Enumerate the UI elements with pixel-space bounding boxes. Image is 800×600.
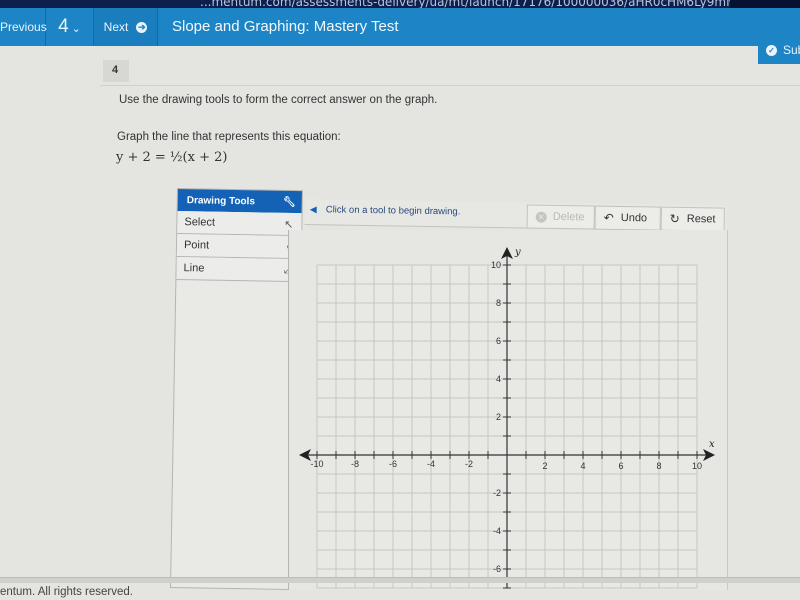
question-number: 4	[58, 16, 69, 37]
arrow-right-circle-icon: ➔	[136, 21, 148, 33]
drawing-tools-title: Drawing Tools	[186, 194, 256, 207]
x-tick-label: 8	[656, 461, 661, 471]
x-axis-label: x	[709, 439, 715, 450]
tool-line[interactable]: Line ⤢	[176, 257, 301, 283]
collapse-triangle-icon[interactable]: ◀	[310, 204, 317, 215]
tool-select[interactable]: Select ↖	[177, 211, 302, 237]
coordinate-grid[interactable]: -10 -8 -6 -4 -2 2 4 6 8 10 10 8 6 4 2 -2 -4 -6 x y	[289, 230, 729, 590]
reset-button[interactable]: ↻ Reset	[660, 206, 725, 232]
x-tick-label: -2	[465, 459, 473, 469]
y-tick-label: 10	[491, 260, 501, 270]
hint-text: ◀ Click on a tool to begin drawing.	[310, 204, 461, 217]
top-navigation-bar: Previous 4 ⌄ Next ➔ Slope and Graphing: …	[0, 8, 800, 46]
instruction-text: Use the drawing tools to form the correc…	[119, 94, 438, 106]
graph-area[interactable]: -10 -8 -6 -4 -2 2 4 6 8 10 10 8 6 4 2 -2 -4 -6 x y	[288, 230, 728, 590]
next-label: Next	[103, 20, 129, 34]
x-tick-label: -8	[351, 459, 359, 469]
undo-arrow-icon: ↶	[603, 210, 614, 225]
chevron-down-icon: ⌄	[71, 23, 81, 35]
x-tick-label: -10	[310, 459, 323, 469]
select-cursor-icon: ↖	[284, 218, 294, 231]
x-tick-label: 4	[580, 461, 585, 471]
y-tick-label: 2	[496, 412, 501, 422]
reset-refresh-icon: ↻	[669, 211, 680, 226]
question-number-badge: 4	[103, 60, 129, 82]
graph-toolbar: ◀ Click on a tool to begin drawing. ✕ De…	[304, 199, 727, 232]
footer-divider	[0, 577, 800, 583]
browser-tab-strip	[730, 0, 800, 8]
x-tick-label: 2	[542, 461, 547, 471]
tool-label: Point	[183, 239, 210, 252]
delete-x-icon: ✕	[535, 211, 547, 223]
equation: y + 2 = ½(x + 2)	[116, 150, 228, 165]
tool-point[interactable]: Point ●	[176, 234, 302, 260]
test-title: Slope and Graphing: Mastery Test	[172, 18, 399, 35]
y-tick-label: 8	[496, 298, 501, 308]
drawing-tools-header[interactable]: Drawing Tools 🔧︎	[177, 189, 302, 214]
y-tick-label: -6	[493, 564, 501, 574]
tool-label: Select	[184, 216, 216, 229]
undo-label: Undo	[620, 211, 648, 225]
check-circle-icon: ✓	[766, 44, 777, 56]
delete-button[interactable]: ✕ Delete	[526, 204, 595, 230]
question-number-dropdown[interactable]: 4 ⌄	[46, 8, 94, 46]
undo-button[interactable]: ↶ Undo	[594, 205, 661, 231]
next-button[interactable]: Next ➔	[94, 8, 158, 46]
x-tick-label: 6	[618, 461, 623, 471]
tool-label: Line	[183, 262, 205, 275]
divider	[100, 85, 800, 86]
y-tick-label: 6	[496, 336, 501, 346]
previous-button[interactable]: Previous	[0, 8, 47, 46]
previous-label: Previous	[0, 20, 47, 34]
y-tick-label: 4	[496, 374, 501, 384]
x-tick-label: -4	[427, 459, 435, 469]
copyright-text: entum. All rights reserved.	[0, 586, 133, 598]
x-tick-label: -6	[389, 459, 397, 469]
question-prompt: Graph the line that represents this equa…	[117, 131, 341, 143]
drawing-tools-panel: Drawing Tools 🔧︎ Select ↖ Point ● Line ⤢	[170, 188, 303, 591]
delete-label: Delete	[552, 210, 585, 224]
reset-label: Reset	[686, 213, 716, 226]
submit-button[interactable]: ✓ Sub	[758, 36, 800, 64]
submit-label: Sub	[783, 43, 800, 57]
x-tick-label: 10	[692, 461, 702, 471]
y-tick-label: -2	[493, 488, 501, 498]
wrench-icon: 🔧︎	[282, 196, 296, 208]
hint-label: Click on a tool to begin drawing.	[325, 204, 461, 218]
y-tick-label: -4	[493, 526, 501, 536]
y-axis-label: y	[514, 247, 521, 258]
